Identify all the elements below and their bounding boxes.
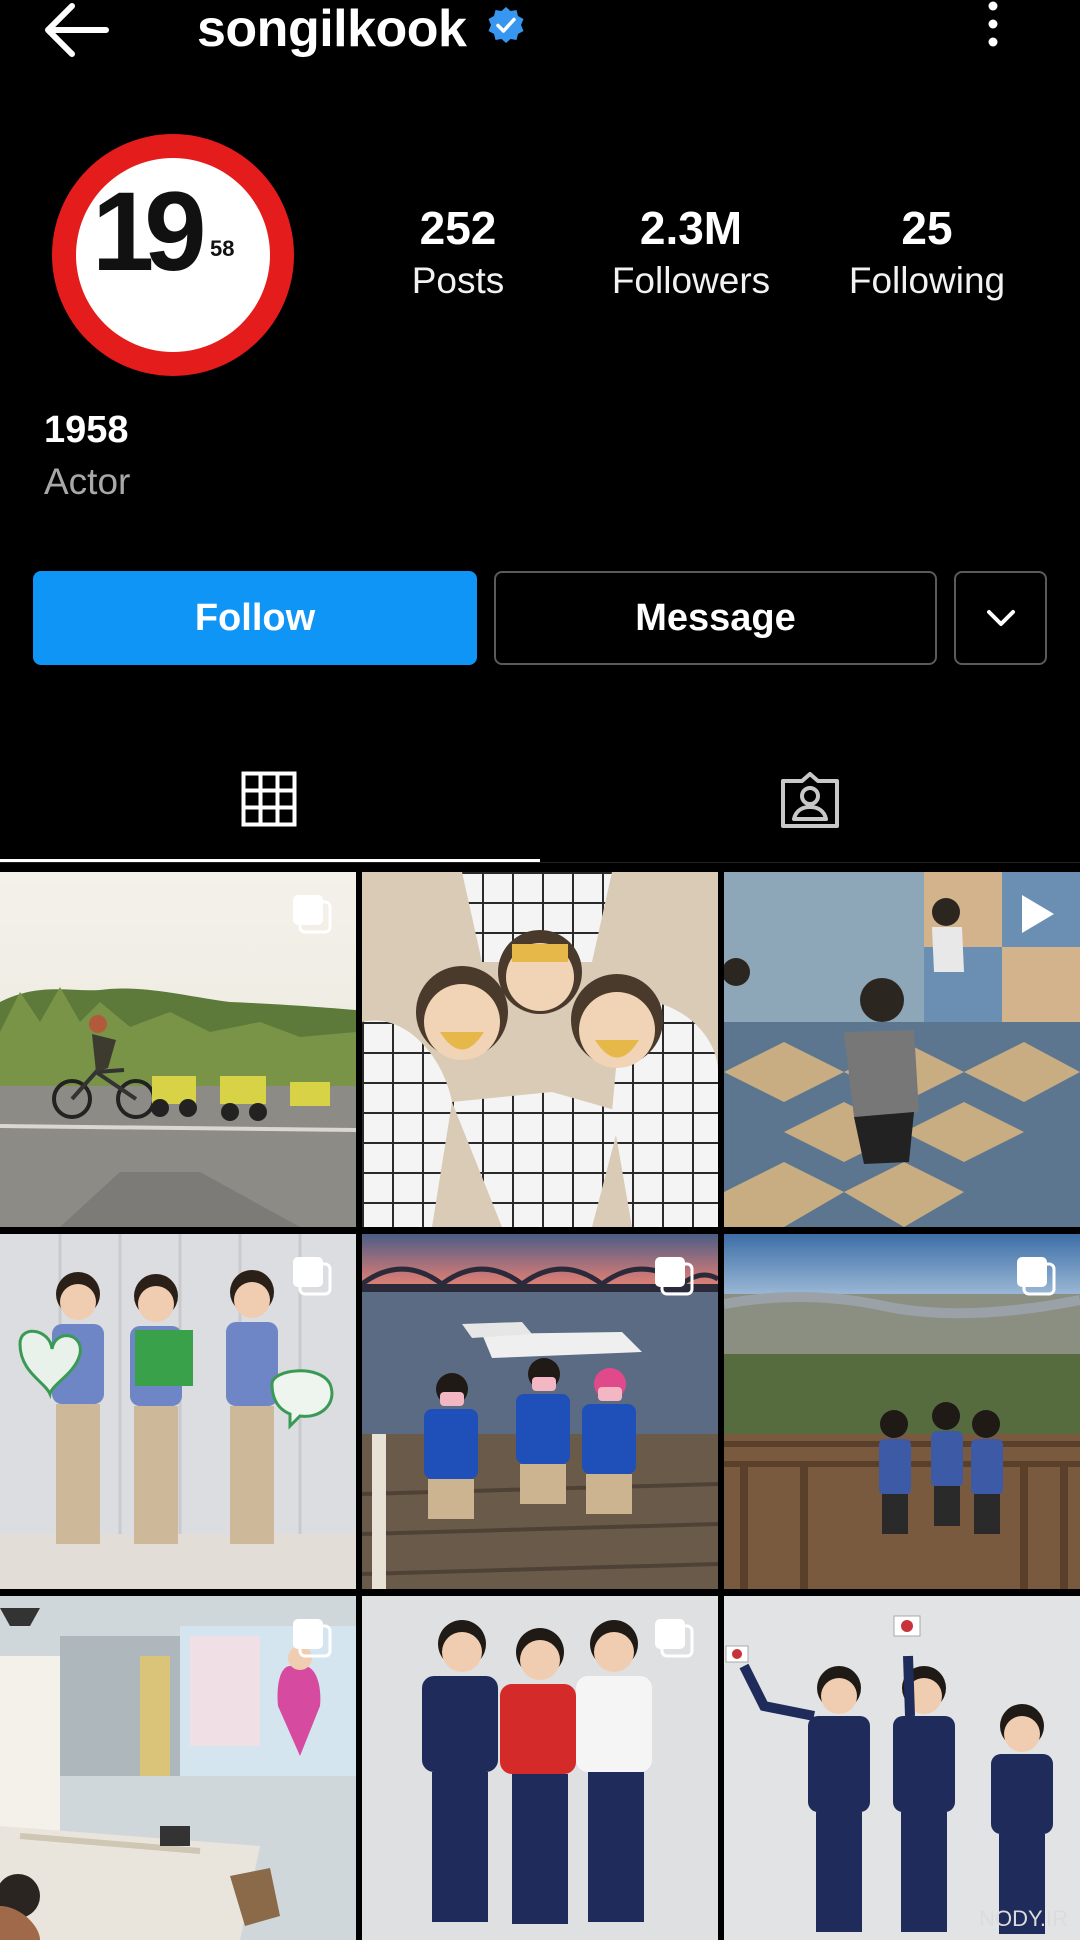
tab-posts-grid[interactable]: [0, 745, 540, 863]
post-tile[interactable]: [724, 1596, 1080, 1940]
multiple-photos-icon: [293, 895, 332, 934]
verified-badge-icon: [487, 6, 525, 44]
post-tile[interactable]: [362, 1234, 718, 1589]
posts-stat[interactable]: 252 Posts: [348, 200, 568, 306]
avatar[interactable]: 19 58: [52, 134, 294, 376]
profile-username: songilkook: [197, 0, 467, 58]
multiple-photos-icon: [1017, 1257, 1056, 1296]
multiple-photos-icon: [655, 1619, 694, 1658]
more-options-button[interactable]: [978, 0, 1008, 54]
post-tile[interactable]: [362, 1596, 718, 1940]
followers-stat[interactable]: 2.3M Followers: [581, 200, 801, 306]
back-button[interactable]: [40, 0, 114, 60]
multiple-photos-icon: [293, 1619, 332, 1658]
followers-label: Followers: [611, 260, 771, 301]
bio-name: 1958: [44, 409, 129, 451]
suggested-accounts-dropdown-button[interactable]: [954, 571, 1047, 665]
posts-count: 252: [419, 202, 497, 254]
followers-count: 2.3M: [639, 202, 743, 254]
message-button[interactable]: Message: [494, 571, 937, 665]
tab-tagged[interactable]: [540, 745, 1080, 863]
following-label: Following: [848, 260, 1006, 301]
post-tile[interactable]: [0, 1596, 356, 1940]
more-vertical-icon: [988, 1, 998, 47]
grid-icon: [241, 771, 297, 827]
following-stat[interactable]: 25 Following: [817, 200, 1037, 306]
tagged-person-icon: [781, 772, 839, 828]
chevron-down-icon: [986, 610, 1015, 626]
post-tile[interactable]: [724, 1234, 1080, 1589]
post-tile[interactable]: [724, 872, 1080, 1227]
avatar-logo-number: 19: [92, 169, 207, 294]
video-play-icon: [1022, 895, 1054, 933]
multiple-photos-icon: [655, 1257, 694, 1296]
post-image-kids-lying: [362, 872, 718, 1227]
post-tile[interactable]: [362, 872, 718, 1227]
arrow-left-icon: [45, 3, 109, 57]
post-tile[interactable]: [0, 872, 356, 1227]
avatar-logo-subscript: 58: [210, 236, 235, 261]
multiple-photos-icon: [293, 1257, 332, 1296]
post-image-suits-flags: [724, 1596, 1080, 1940]
bio-category: Actor: [44, 461, 131, 502]
follow-button[interactable]: Follow: [33, 571, 477, 665]
post-tile[interactable]: [0, 1234, 356, 1589]
watermark-text: NODY.IR: [979, 1906, 1068, 1931]
following-count: 25: [901, 202, 953, 254]
tab-divider: [0, 862, 1080, 863]
posts-label: Posts: [411, 260, 505, 301]
